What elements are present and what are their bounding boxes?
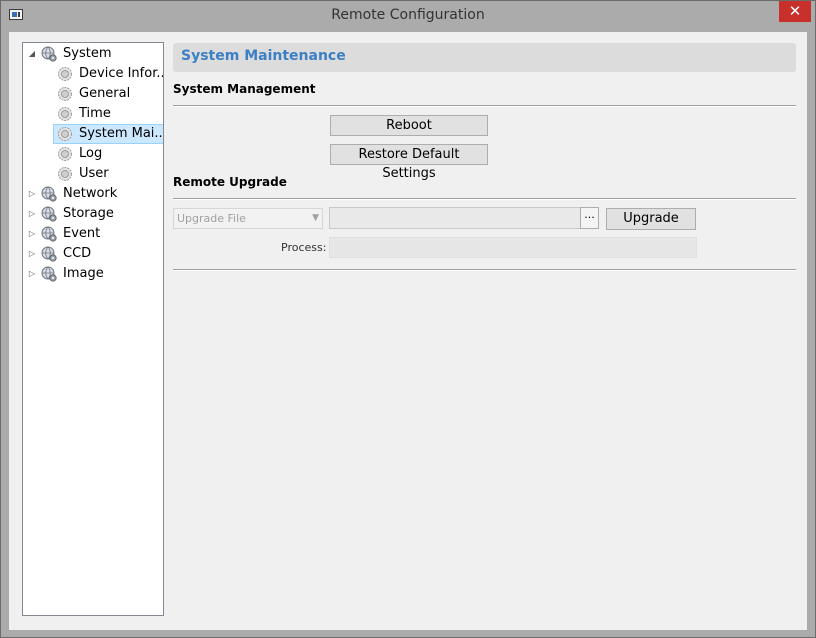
gear-icon xyxy=(58,107,72,121)
gear-icon xyxy=(58,87,72,101)
tree-item-storage[interactable]: ▷ Storage xyxy=(23,204,163,224)
tree-item-general[interactable]: General xyxy=(23,84,163,104)
tree-item-label: Storage xyxy=(63,206,114,221)
collapsed-arrow-icon[interactable]: ▷ xyxy=(26,264,38,284)
tree-item-label: Event xyxy=(63,226,101,241)
browse-file-button[interactable]: ... xyxy=(580,207,599,229)
tree-item-label: Device Infor... xyxy=(79,66,164,81)
tree-item-user[interactable]: User xyxy=(23,164,163,184)
gear-icon xyxy=(58,147,72,161)
panel-header: System Maintenance xyxy=(173,43,796,72)
tree-item-label: Time xyxy=(79,106,111,121)
tree-item-network[interactable]: ▷ Network xyxy=(23,184,163,204)
collapsed-arrow-icon[interactable]: ▷ xyxy=(26,204,38,224)
gear-icon xyxy=(58,167,72,181)
tree-item-label: Network xyxy=(63,186,118,201)
gear-icon xyxy=(58,127,72,141)
upgrade-progress-bar xyxy=(329,237,697,258)
globe-gear-icon xyxy=(41,266,57,282)
collapsed-arrow-icon[interactable]: ▷ xyxy=(26,244,38,264)
remote-configuration-window: Remote Configuration ✕ ◢ System Device I… xyxy=(0,0,816,638)
tree-item-label: General xyxy=(79,86,131,101)
client-area: ◢ System Device Infor... General Time Sy… xyxy=(9,32,807,630)
chevron-down-icon: ▼ xyxy=(312,213,319,223)
upgrade-type-value: Upgrade File xyxy=(177,212,246,225)
section-divider xyxy=(173,105,796,107)
globe-gear-icon xyxy=(41,186,57,202)
tree-item-label: User xyxy=(79,166,109,181)
expanded-arrow-icon[interactable]: ◢ xyxy=(26,44,38,64)
restore-default-settings-button[interactable]: Restore Default Settings xyxy=(330,144,488,181)
section-divider xyxy=(173,269,796,271)
tree-item-device-info[interactable]: Device Infor... xyxy=(23,64,163,84)
window-title: Remote Configuration xyxy=(331,7,485,23)
remote-upgrade-heading: Remote Upgrade xyxy=(173,175,287,189)
upgrade-button[interactable]: Upgrade xyxy=(606,208,696,230)
tree-item-image[interactable]: ▷ Image xyxy=(23,264,163,284)
close-button[interactable]: ✕ xyxy=(779,1,811,22)
section-divider xyxy=(173,198,796,200)
tree-item-log[interactable]: Log xyxy=(23,144,163,164)
tree-item-label: Image xyxy=(63,266,104,281)
tree-item-event[interactable]: ▷ Event xyxy=(23,224,163,244)
tree-item-ccd[interactable]: ▷ CCD xyxy=(23,244,163,264)
tree-item-system-maintenance[interactable]: System Mai... xyxy=(23,124,163,144)
collapsed-arrow-icon[interactable]: ▷ xyxy=(26,224,38,244)
config-tree[interactable]: ◢ System Device Infor... General Time Sy… xyxy=(22,42,164,616)
tree-item-system[interactable]: ◢ System xyxy=(23,44,163,64)
collapsed-arrow-icon[interactable]: ▷ xyxy=(26,184,38,204)
upgrade-type-select[interactable]: Upgrade File ▼ xyxy=(173,208,323,229)
tree-item-time[interactable]: Time xyxy=(23,104,163,124)
globe-gear-icon xyxy=(41,246,57,262)
upgrade-file-path-field[interactable] xyxy=(329,207,581,229)
process-label: Process: xyxy=(281,241,327,254)
tree-item-label: Log xyxy=(79,146,103,161)
globe-gear-icon xyxy=(41,226,57,242)
tree-item-label: System xyxy=(63,46,112,61)
reboot-button[interactable]: Reboot xyxy=(330,115,488,136)
tree-item-label: System Mai... xyxy=(79,126,164,141)
system-management-heading: System Management xyxy=(173,82,316,96)
tree-item-label: CCD xyxy=(63,246,92,261)
globe-gear-icon xyxy=(41,46,57,62)
page-title: System Maintenance xyxy=(181,48,346,64)
title-bar[interactable]: Remote Configuration ✕ xyxy=(1,1,815,32)
gear-icon xyxy=(58,67,72,81)
globe-gear-icon xyxy=(41,206,57,222)
